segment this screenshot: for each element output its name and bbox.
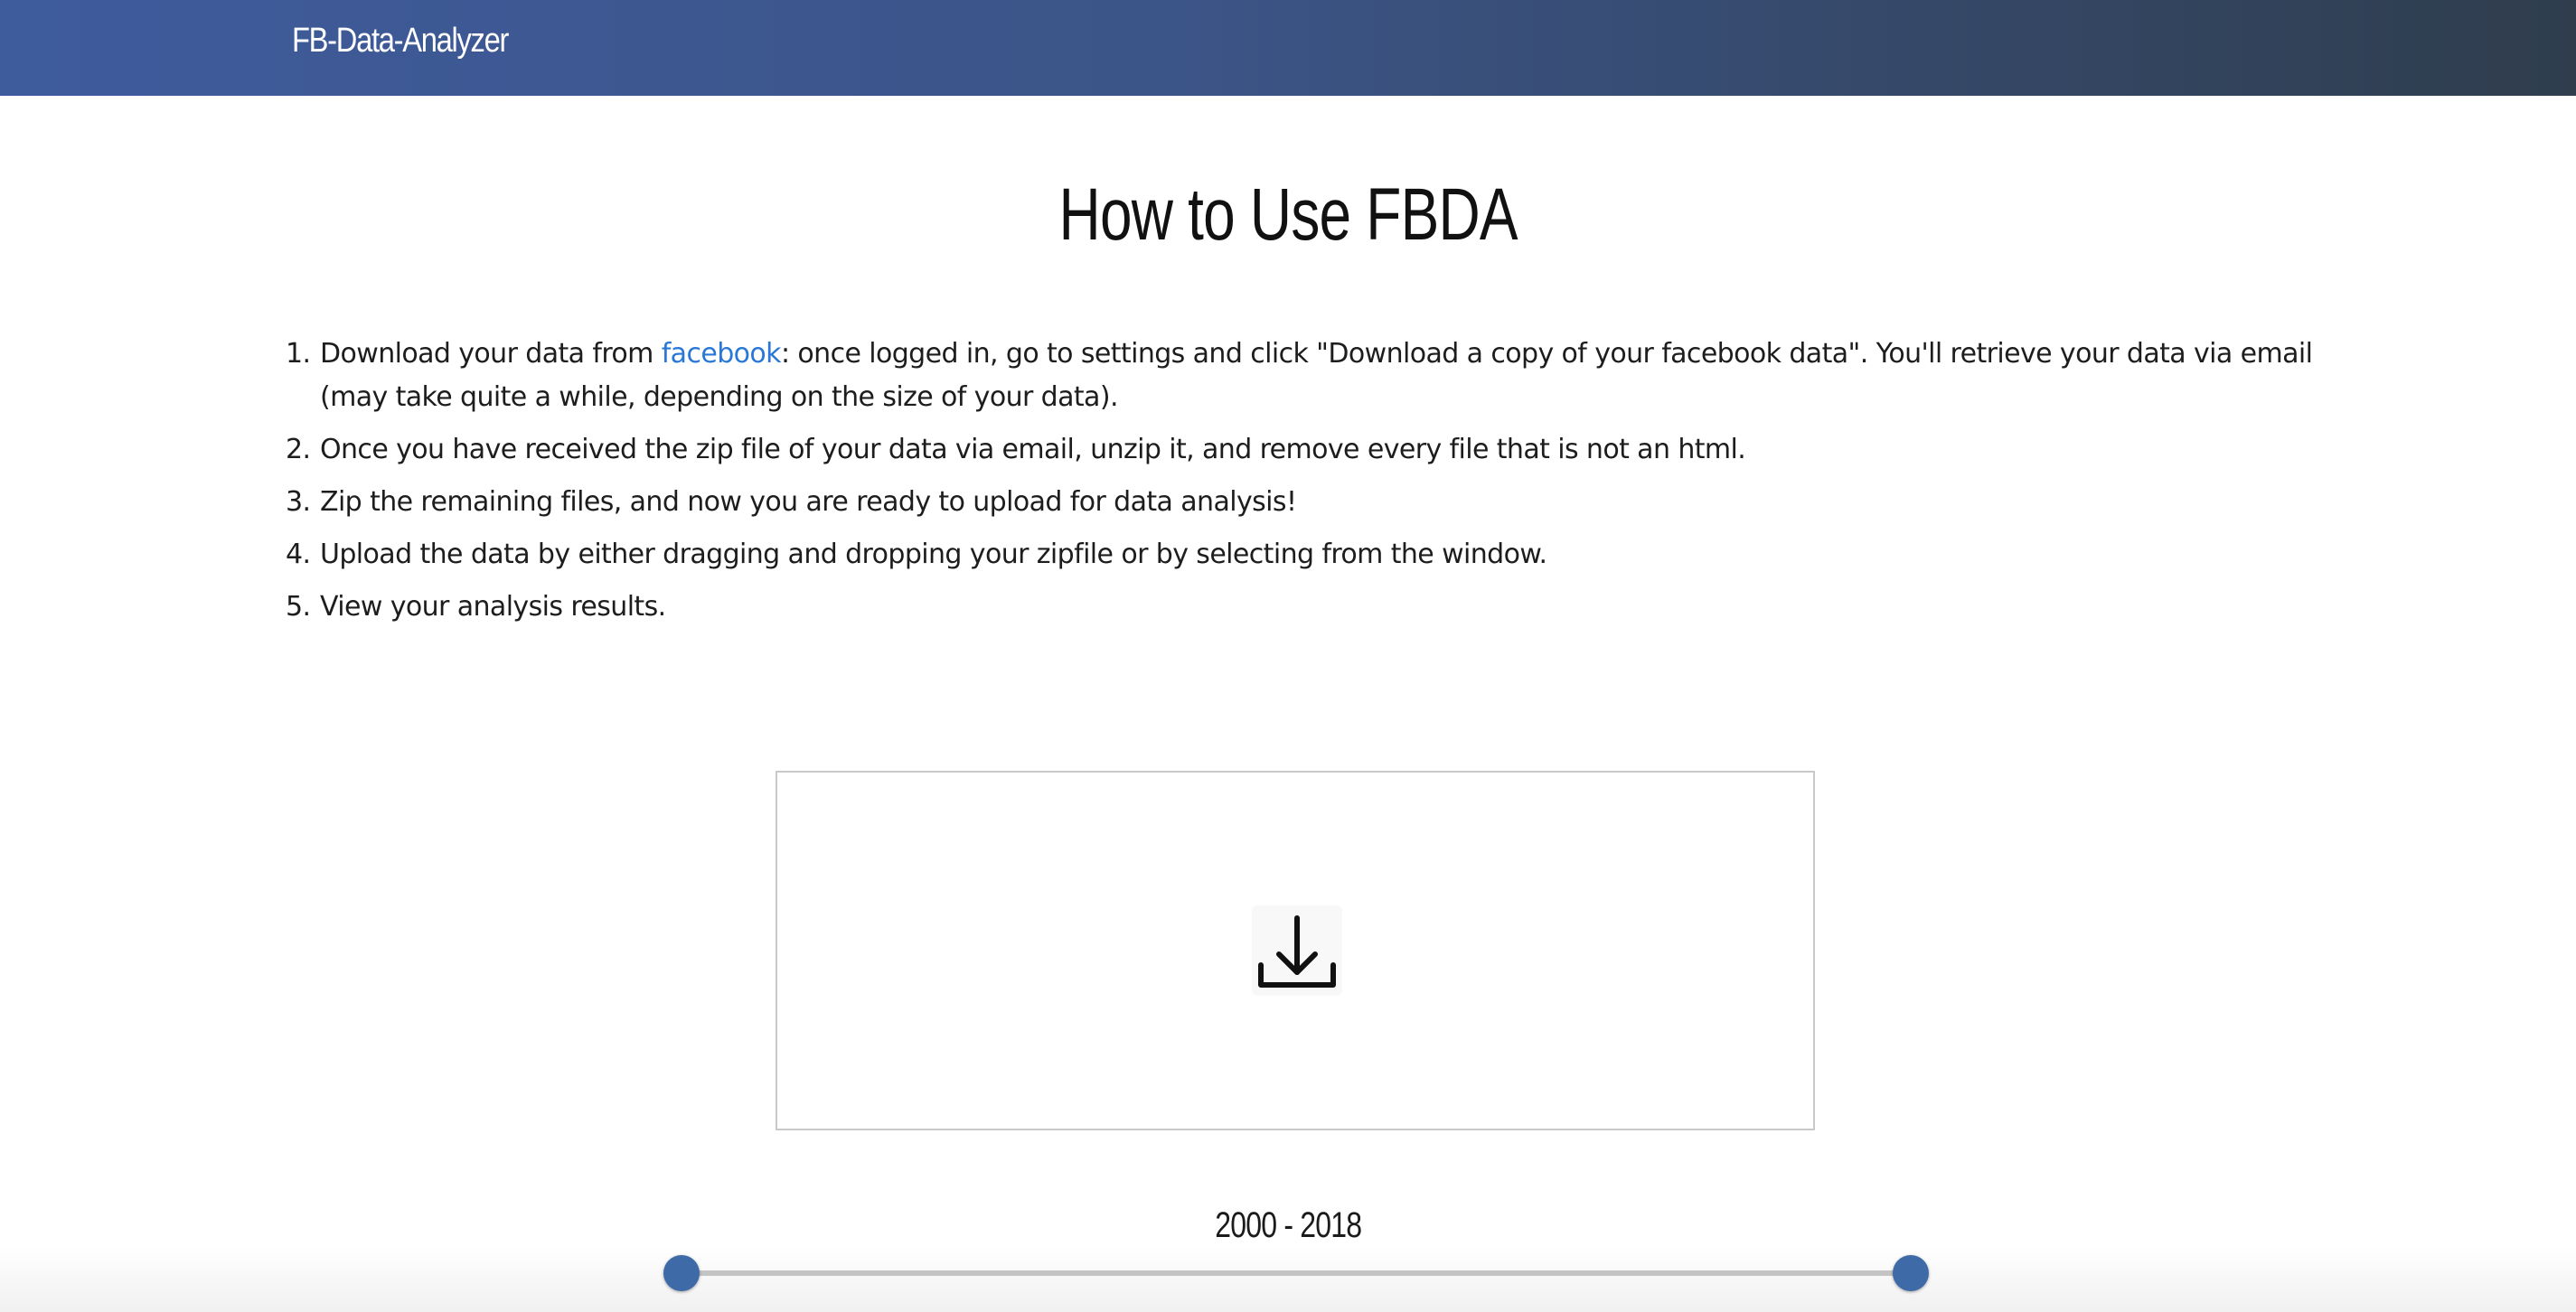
instruction-step-3: 3. Zip the remaining files, and now you a… [286, 481, 2363, 524]
year-range-start-handle[interactable] [663, 1255, 700, 1291]
step-number: 5. [286, 591, 311, 623]
year-range-slider-track[interactable] [682, 1270, 1911, 1276]
brand-logo-text[interactable]: FB-Data-Analyzer [292, 22, 509, 61]
instruction-step-2: 2. Once you have received the zip file of… [286, 428, 2363, 472]
step-text: Zip the remaining files, and now you are… [320, 486, 1297, 518]
instruction-step-1: 1. Download your data from facebook: once… [286, 333, 2363, 419]
download-icon-graphic [1258, 915, 1336, 988]
step-text: Download your data from [320, 338, 662, 370]
year-range-text: 2000 - 2018 [1214, 1205, 1362, 1245]
step-number: 2. [286, 434, 311, 465]
step-text: Upload the data by either dragging and d… [320, 539, 1547, 570]
year-range-end-handle[interactable] [1893, 1255, 1929, 1291]
top-navbar: FB-Data-Analyzer [0, 0, 2576, 96]
instruction-step-5: 5. View your analysis results. [286, 586, 2363, 629]
instruction-step-4: 4. Upload the data by either dragging and… [286, 533, 2363, 576]
download-icon[interactable] [1252, 905, 1342, 996]
bottom-shade [0, 1247, 2576, 1312]
step-text: View your analysis results. [320, 591, 666, 623]
step-text: Once you have received the zip file of y… [320, 434, 1746, 465]
year-range-label: 2000 - 2018 [0, 1205, 2576, 1246]
step-number: 1. [286, 338, 311, 370]
instructions-list: 1. Download your data from facebook: once… [286, 333, 2363, 638]
page-title: How to Use FBDA [0, 172, 2576, 258]
year-range-slider-fill [682, 1270, 1911, 1276]
page-title-text: How to Use FBDA [1058, 173, 1518, 256]
facebook-link[interactable]: facebook [662, 338, 782, 370]
step-number: 4. [286, 539, 311, 570]
step-number: 3. [286, 486, 311, 518]
